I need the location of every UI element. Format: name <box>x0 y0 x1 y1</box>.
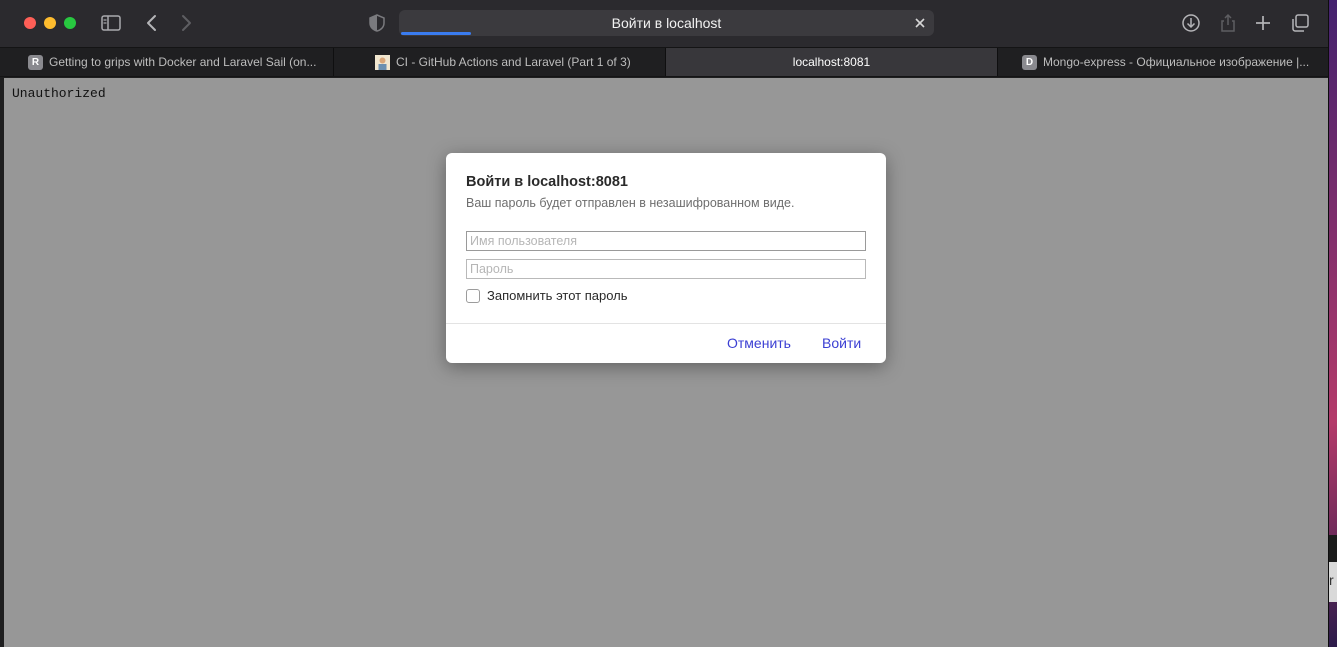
tab-docker-laravel-sail[interactable]: R Getting to grips with Docker and Larav… <box>0 48 334 76</box>
background-window-text: r <box>1329 572 1334 588</box>
downloads-icon[interactable] <box>1180 12 1202 34</box>
address-title: Войти в localhost <box>611 15 722 31</box>
tab-localhost[interactable]: localhost:8081 <box>666 48 998 76</box>
username-input[interactable] <box>466 231 866 251</box>
tab-title: Getting to grips with Docker and Laravel… <box>49 55 317 69</box>
tab-title: Mongo-express - Официальное изображение … <box>1043 55 1310 69</box>
maximize-window-button[interactable] <box>64 17 76 29</box>
tab-bar: R Getting to grips with Docker and Larav… <box>0 47 1328 77</box>
password-input[interactable] <box>466 259 866 279</box>
unauthorized-text: Unauthorized <box>12 86 106 101</box>
avatar-favicon-icon <box>375 55 390 70</box>
cancel-button[interactable]: Отменить <box>727 335 791 351</box>
browser-window: Войти в localhost R Getting to grips wit… <box>0 0 1329 647</box>
back-icon[interactable] <box>141 12 163 34</box>
login-dialog: Войти в localhost:8081 Ваш пароль будет … <box>446 153 886 363</box>
share-icon[interactable] <box>1217 12 1239 34</box>
privacy-shield-icon[interactable] <box>366 12 388 34</box>
dialog-title: Войти в localhost:8081 <box>466 174 628 190</box>
sidebar-icon[interactable] <box>100 12 122 34</box>
tab-favicon: R <box>28 55 43 70</box>
dialog-subtitle: Ваш пароль будет отправлен в незашифрова… <box>466 196 795 210</box>
remember-password-checkbox[interactable] <box>466 288 480 303</box>
tab-title: CI - GitHub Actions and Laravel (Part 1 … <box>396 55 631 69</box>
tab-overview-icon[interactable] <box>1289 12 1311 34</box>
stop-loading-icon[interactable] <box>912 15 928 31</box>
background-window-edge <box>1329 535 1337 562</box>
forward-icon[interactable] <box>175 12 197 34</box>
tab-title: localhost:8081 <box>792 55 871 69</box>
minimize-window-button[interactable] <box>44 17 56 29</box>
login-button[interactable]: Войти <box>822 335 861 351</box>
new-tab-icon[interactable] <box>1252 12 1274 34</box>
tab-github-actions[interactable]: CI - GitHub Actions and Laravel (Part 1 … <box>334 48 666 76</box>
tab-favicon: D <box>1022 55 1037 70</box>
loading-progress-bar <box>401 32 471 35</box>
remember-password[interactable]: Запомнить этот пароль <box>466 288 628 303</box>
address-bar[interactable]: Войти в localhost <box>399 10 934 36</box>
tab-mongo-express[interactable]: D Mongo-express - Официальное изображени… <box>998 48 1328 76</box>
remember-password-label: Запомнить этот пароль <box>487 288 628 303</box>
close-window-button[interactable] <box>24 17 36 29</box>
toolbar: Войти в localhost <box>0 0 1328 47</box>
dialog-divider <box>446 323 886 324</box>
